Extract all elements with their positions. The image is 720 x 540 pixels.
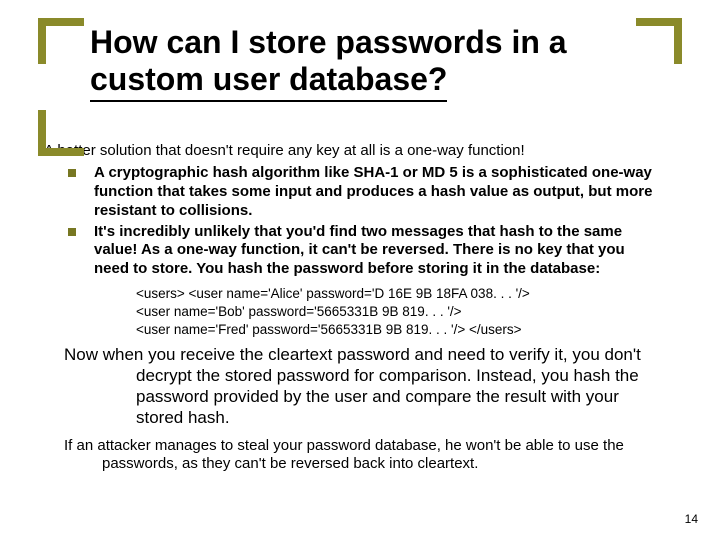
title-line-1: How can I store passwords in a <box>90 24 567 60</box>
corner-decoration-tl <box>38 18 84 64</box>
corner-decoration-tr <box>636 18 682 64</box>
page-number: 14 <box>685 512 698 526</box>
code-block: <users> <user name='Alice' password='D 1… <box>136 285 656 340</box>
code-line: <user name='Fred' password='5665331B 9B … <box>136 321 656 339</box>
intro-text: A better solution that doesn't require a… <box>44 142 656 161</box>
bullet-item: A cryptographic hash algorithm like SHA-… <box>64 164 656 220</box>
bullet-list: A cryptographic hash algorithm like SHA-… <box>64 164 656 279</box>
title-line-2: custom user database? <box>90 61 447 102</box>
corner-decoration-bl <box>38 110 84 156</box>
paragraph-now: Now when you receive the cleartext passw… <box>136 344 656 429</box>
slide-title: How can I store passwords in a custom us… <box>90 24 650 102</box>
slide: How can I store passwords in a custom us… <box>0 0 720 540</box>
bullet-item: It's incredibly unlikely that you'd find… <box>64 223 656 279</box>
code-line: <users> <user name='Alice' password='D 1… <box>136 285 656 303</box>
code-line: <user name='Bob' password='5665331B 9B 8… <box>136 303 656 321</box>
paragraph-attacker: If an attacker manages to steal your pas… <box>102 437 656 475</box>
slide-body: A better solution that doesn't require a… <box>64 142 656 474</box>
